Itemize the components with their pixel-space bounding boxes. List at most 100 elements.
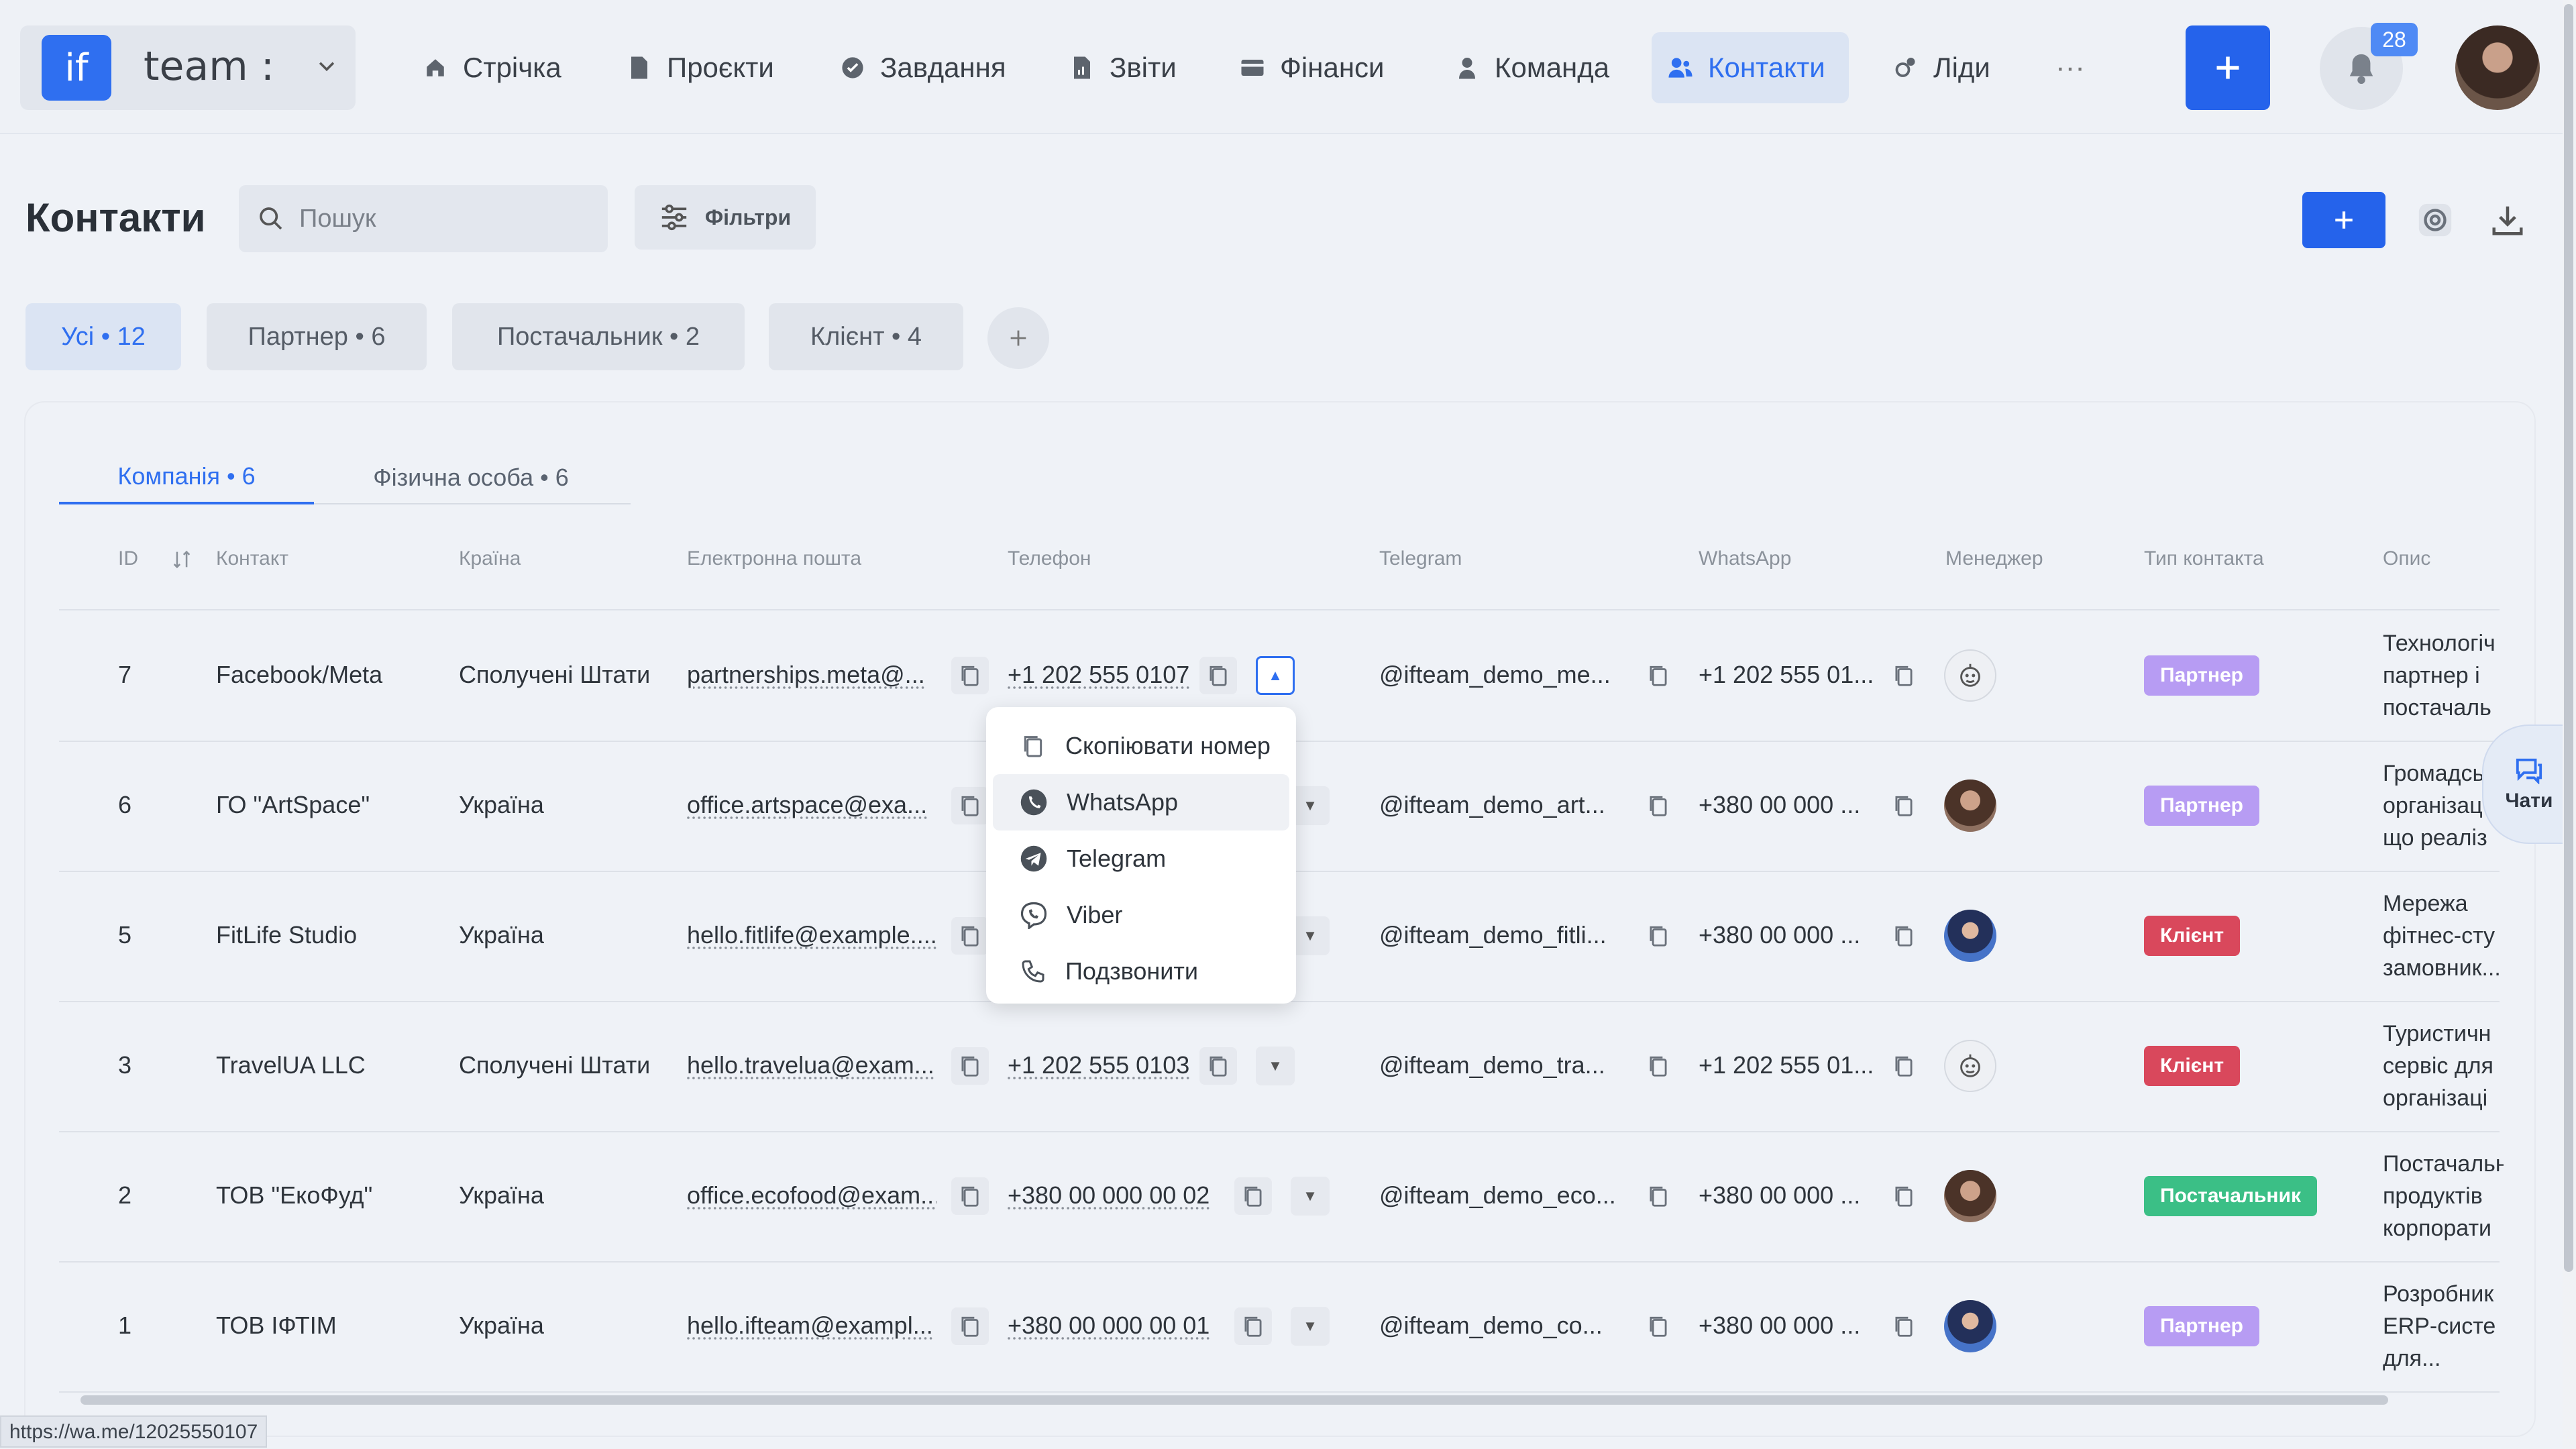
copy-email-button[interactable] — [951, 917, 989, 955]
phone-actions-toggle[interactable]: ▲ — [1256, 656, 1295, 695]
manager-avatar[interactable] — [1944, 1170, 1996, 1222]
copy-email-button[interactable] — [951, 787, 989, 824]
cell-email[interactable]: hello.ifteam@exampl... — [687, 1311, 936, 1340]
manager-avatar[interactable] — [1944, 780, 1996, 832]
menu-item-whatsapp[interactable]: WhatsApp — [993, 774, 1289, 830]
nav-item-contacts[interactable]: Контакти — [1652, 32, 1849, 103]
cell-telegram[interactable]: @ifteam_demo_fitli... — [1379, 921, 1621, 949]
search-input[interactable] — [299, 204, 581, 233]
copy-telegram-button[interactable] — [1640, 1307, 1677, 1345]
cell-email[interactable]: office.ecofood@exam... — [687, 1181, 936, 1210]
cell-telegram[interactable]: @ifteam_demo_tra... — [1379, 1051, 1621, 1079]
copy-telegram-button[interactable] — [1640, 1177, 1677, 1215]
column-header-description[interactable]: Опис — [2383, 547, 2430, 570]
create-button[interactable] — [2186, 25, 2270, 110]
phone-actions-toggle[interactable]: ▼ — [1256, 1046, 1295, 1085]
user-avatar[interactable] — [2455, 25, 2540, 110]
more-menu-button[interactable]: ··· — [2039, 32, 2101, 103]
manager-avatar[interactable] — [1944, 1040, 1996, 1092]
column-header-id[interactable]: ID — [118, 547, 193, 571]
copy-whatsapp-button[interactable] — [1885, 1177, 1923, 1215]
nav-item-reports[interactable]: Звіти — [1053, 32, 1193, 103]
segment-all[interactable]: Усі • 12 — [25, 303, 181, 370]
menu-item-call[interactable]: Подзвонити — [993, 943, 1289, 1000]
scroll-thumb[interactable] — [80, 1395, 2388, 1405]
cell-whatsapp[interactable]: +380 00 000 ... — [1699, 921, 1873, 949]
export-button[interactable] — [2482, 195, 2533, 246]
menu-item-telegram[interactable]: Telegram — [993, 830, 1289, 887]
copy-phone-button[interactable] — [1199, 657, 1237, 694]
cell-email[interactable]: partnerships.meta@... — [687, 661, 936, 689]
search-field[interactable] — [239, 185, 608, 252]
column-header-email[interactable]: Електронна пошта — [687, 547, 861, 570]
cell-whatsapp[interactable]: +380 00 000 ... — [1699, 1311, 1873, 1340]
copy-telegram-button[interactable] — [1640, 787, 1677, 824]
column-header-contact[interactable]: Контакт — [216, 547, 288, 570]
segment-partner[interactable]: Партнер • 6 — [207, 303, 427, 370]
segment-client[interactable]: Клієнт • 4 — [769, 303, 963, 370]
nav-item-tasks[interactable]: Завдання — [824, 32, 1022, 103]
cell-contact[interactable]: FitLife Studio — [216, 921, 444, 949]
add-contact-button[interactable] — [2302, 192, 2385, 248]
manager-avatar[interactable] — [1944, 649, 1996, 702]
cell-telegram[interactable]: @ifteam_demo_me... — [1379, 661, 1621, 689]
copy-whatsapp-button[interactable] — [1885, 1307, 1923, 1345]
copy-email-button[interactable] — [951, 657, 989, 694]
settings-button[interactable] — [2411, 196, 2459, 244]
copy-telegram-button[interactable] — [1640, 1047, 1677, 1085]
copy-email-button[interactable] — [951, 1307, 989, 1345]
copy-phone-button[interactable] — [1234, 1307, 1272, 1345]
manager-avatar[interactable] — [1944, 1300, 1996, 1352]
copy-whatsapp-button[interactable] — [1885, 917, 1923, 955]
cell-whatsapp[interactable]: +380 00 000 ... — [1699, 1181, 1873, 1210]
chevron-down-icon[interactable] — [315, 54, 338, 84]
cell-phone[interactable]: +1 202 555 0103 — [1008, 1051, 1189, 1079]
tab-company[interactable]: Компанія • 6 — [59, 451, 314, 504]
column-header-phone[interactable]: Телефон — [1008, 547, 1091, 570]
scroll-thumb[interactable] — [2564, 4, 2573, 1272]
filters-button[interactable]: Фільтри — [635, 185, 816, 250]
column-header-contact-type[interactable]: Тип контакта — [2144, 547, 2264, 570]
manager-avatar[interactable] — [1944, 910, 1996, 962]
nav-item-projects[interactable]: Проєкти — [610, 32, 790, 103]
copy-phone-button[interactable] — [1199, 1047, 1237, 1085]
phone-actions-toggle[interactable]: ▼ — [1291, 1177, 1330, 1216]
cell-contact[interactable]: TravelUA LLC — [216, 1051, 444, 1079]
copy-telegram-button[interactable] — [1640, 657, 1677, 694]
cell-phone[interactable]: +380 00 000 00 01 — [1008, 1311, 1210, 1340]
cell-contact[interactable]: Facebook/Meta — [216, 661, 444, 689]
column-header-manager[interactable]: Менеджер — [1945, 547, 2043, 570]
horizontal-scrollbar[interactable] — [60, 1393, 2502, 1407]
nav-item-leads[interactable]: Ліди — [1877, 32, 2006, 103]
cell-telegram[interactable]: @ifteam_demo_co... — [1379, 1311, 1621, 1340]
nav-item-finance[interactable]: Фінанси — [1224, 32, 1400, 103]
column-header-whatsapp[interactable]: WhatsApp — [1699, 547, 1791, 570]
cell-telegram[interactable]: @ifteam_demo_art... — [1379, 791, 1621, 819]
chats-button[interactable]: Чати — [2482, 724, 2576, 844]
copy-whatsapp-button[interactable] — [1885, 657, 1923, 694]
column-header-telegram[interactable]: Telegram — [1379, 547, 1462, 570]
cell-email[interactable]: hello.fitlife@example.... — [687, 921, 936, 949]
cell-telegram[interactable]: @ifteam_demo_eco... — [1379, 1181, 1621, 1210]
sort-icon[interactable] — [170, 548, 193, 571]
cell-whatsapp[interactable]: +380 00 000 ... — [1699, 791, 1873, 819]
cell-email[interactable]: office.artspace@exa... — [687, 791, 936, 819]
cell-contact[interactable]: ГО "ArtSpace" — [216, 791, 444, 819]
copy-email-button[interactable] — [951, 1177, 989, 1215]
phone-actions-toggle[interactable]: ▼ — [1291, 786, 1330, 825]
nav-item-team[interactable]: Команда — [1438, 32, 1625, 103]
copy-whatsapp-button[interactable] — [1885, 1047, 1923, 1085]
copy-whatsapp-button[interactable] — [1885, 787, 1923, 824]
segment-supplier[interactable]: Постачальник • 2 — [452, 303, 745, 370]
phone-actions-toggle[interactable]: ▼ — [1291, 1307, 1330, 1346]
menu-item-viber[interactable]: Viber — [993, 887, 1289, 943]
phone-actions-toggle[interactable]: ▼ — [1291, 916, 1330, 955]
cell-contact[interactable]: ТОВ ІФТІМ — [216, 1311, 444, 1340]
add-segment-button[interactable] — [987, 307, 1049, 369]
menu-item-copy-number[interactable]: Скопіювати номер — [993, 718, 1289, 774]
cell-whatsapp[interactable]: +1 202 555 01... — [1699, 661, 1873, 689]
cell-email[interactable]: hello.travelua@exam... — [687, 1051, 936, 1079]
nav-item-feed[interactable]: Стрічка — [407, 32, 578, 103]
copy-email-button[interactable] — [951, 1047, 989, 1085]
cell-whatsapp[interactable]: +1 202 555 01... — [1699, 1051, 1873, 1079]
